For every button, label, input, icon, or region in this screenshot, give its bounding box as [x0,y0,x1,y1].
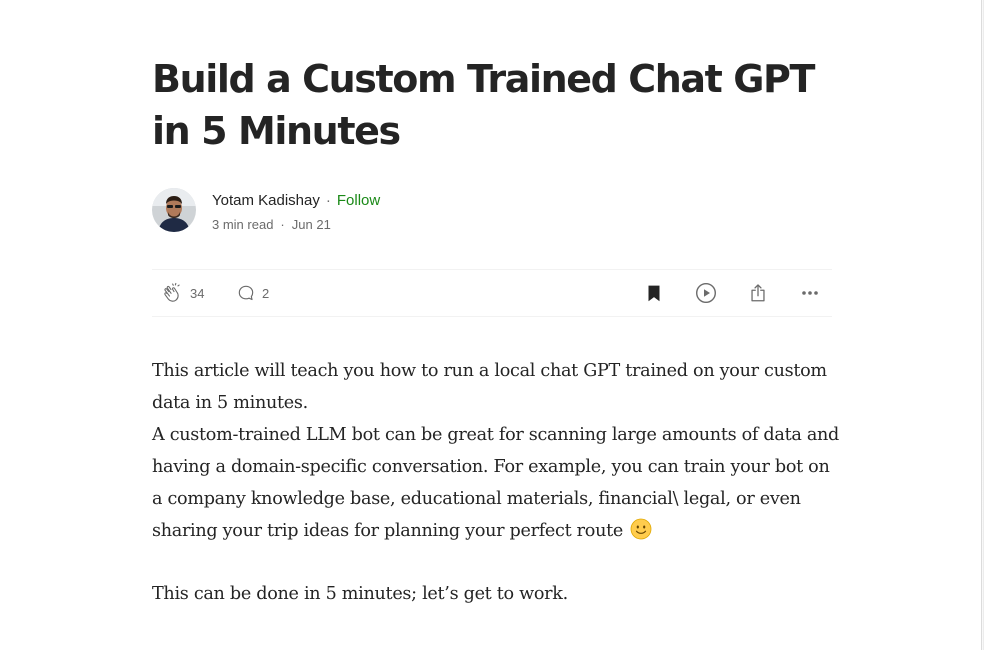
article-title: Build a Custom Trained Chat GPT in 5 Min… [152,57,815,153]
follow-button[interactable]: Follow [337,192,380,209]
response-count: 2 [262,285,270,301]
clap-icon [162,282,184,304]
paragraph-details: A custom-trained LLM bot can be great fo… [152,419,842,547]
share-icon [747,282,769,304]
play-icon [694,281,718,305]
responses-button[interactable]: 2 [236,270,269,316]
save-button[interactable] [643,270,665,316]
author-line: Yotam Kadishay · Follow [212,191,380,211]
author-block: Yotam Kadishay · Follow 3 min read · Jun 21 [152,188,832,234]
publish-date: Jun 21 [291,217,331,232]
bookmark-icon [643,282,665,304]
more-options-button[interactable] [798,270,822,316]
article-body: This article will teach you how to run a… [152,355,842,610]
paragraph-closing: This can be done in 5 minutes; let’s get… [152,584,568,604]
article-action-bar: 34 2 [152,269,832,317]
more-dots-icon [798,281,822,305]
slightly-smiling-face-icon [630,518,652,540]
clap-button[interactable]: 34 [162,270,204,316]
author-name[interactable]: Yotam Kadishay [212,192,320,209]
author-separator: · [325,192,331,209]
speech-bubble-icon [236,283,256,303]
meta-separator: · [280,217,285,232]
author-avatar[interactable] [152,188,196,232]
share-button[interactable] [747,270,769,316]
article-meta: 3 min read · Jun 21 [212,216,331,234]
read-time: 3 min read [212,217,274,232]
paragraph-intro: This article will teach you how to run a… [152,361,827,413]
clap-count: 34 [190,285,205,301]
paragraph-details-text: A custom-trained LLM bot can be great fo… [152,425,840,541]
listen-button[interactable] [694,270,718,316]
